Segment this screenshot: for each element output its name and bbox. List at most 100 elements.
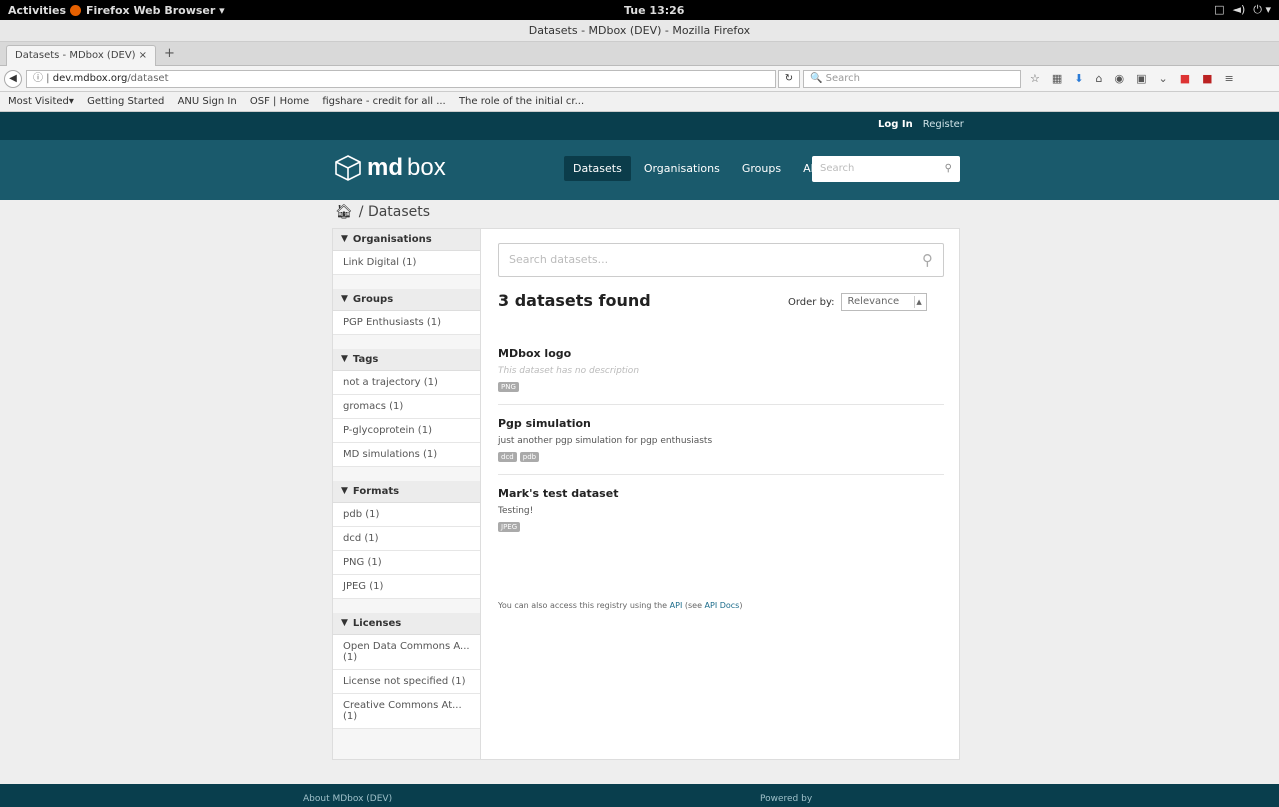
bookmark-most-visited[interactable]: Most Visited▾ [8, 96, 74, 107]
breadcrumb: 🏠︎ / Datasets [335, 204, 430, 220]
addon-red-icon[interactable]: ■ [1180, 72, 1190, 85]
account-masthead: Log In Register [0, 112, 1279, 140]
order-by-value: Relevance [847, 296, 900, 307]
facet-item[interactable]: License not specified (1) [333, 670, 480, 694]
browser-search-placeholder: Search [825, 73, 860, 84]
footer-powered-by: Powered by [760, 794, 813, 804]
api-link[interactable]: API [670, 601, 683, 610]
filter-icon: ▼ [341, 234, 348, 244]
search-icon[interactable]: ⚲ [922, 244, 933, 276]
facet-item[interactable]: Creative Commons At... (1) [333, 694, 480, 729]
filter-icon: ▼ [341, 618, 348, 628]
logo-box: box [407, 154, 446, 181]
api-docs-link[interactable]: API Docs [705, 601, 740, 610]
dataset-item: Pgp simulation just another pgp simulati… [498, 417, 944, 475]
nav-datasets[interactable]: Datasets [564, 156, 631, 181]
facet-item[interactable]: not a trajectory (1) [333, 371, 480, 395]
footer-about-link[interactable]: About MDbox (DEV) [303, 794, 392, 804]
power-icon: ⏻ ▾ [1253, 3, 1271, 16]
bookmark-getting-started[interactable]: Getting Started [87, 96, 164, 107]
facet-title: Tags [352, 354, 379, 365]
results-panel: Search datasets... ⚲ 3 datasets found Or… [498, 229, 958, 759]
info-icon: ⓘ | [33, 73, 53, 84]
downloads-icon[interactable]: ⬇ [1074, 72, 1083, 85]
bookmarks-bar: Most Visited▾ Getting Started ANU Sign I… [0, 92, 1279, 112]
order-by-select[interactable]: Relevance ▲ [840, 293, 927, 311]
facet-item[interactable]: JPEG (1) [333, 575, 480, 599]
facet-item[interactable]: MD simulations (1) [333, 443, 480, 467]
volume-icon: ◄) [1232, 3, 1246, 16]
site-masthead: mdbox Datasets Organisations Groups Abou… [0, 140, 1279, 200]
dataset-title[interactable]: Pgp simulation [498, 417, 944, 430]
app-menu[interactable]: Firefox Web Browser ▾ [70, 4, 225, 17]
format-badge[interactable]: dcd [498, 452, 517, 462]
facet-item[interactable]: PGP Enthusiasts (1) [333, 311, 480, 335]
reload-icon: ↻ [784, 73, 794, 84]
pocket-icon[interactable]: ◉ [1114, 72, 1124, 85]
system-tray[interactable]: □ ◄) ⏻ ▾ [1214, 3, 1271, 17]
facet-item[interactable]: pdb (1) [333, 503, 480, 527]
activities-button[interactable]: Activities [8, 4, 66, 17]
bookmark-star-icon[interactable]: ☆ [1030, 72, 1040, 85]
menu-hamburger-icon[interactable]: ≡ [1225, 72, 1234, 85]
dataset-title[interactable]: Mark's test dataset [498, 487, 944, 500]
facet-title: Licenses [352, 618, 402, 629]
format-badge[interactable]: PNG [498, 382, 519, 392]
dataset-description: This dataset has no description [498, 366, 640, 376]
content-wrapper: ▼ Organisations Link Digital (1) ▼ Groups … [332, 228, 960, 760]
filter-icon: ▼ [341, 354, 348, 364]
filter-icon: ▼ [341, 486, 348, 496]
home-icon[interactable]: ⌂ [1096, 72, 1103, 85]
logo-md: md [367, 154, 403, 181]
clock[interactable]: Tue 13:26 [624, 4, 684, 17]
facet-item[interactable]: P-glycoprotein (1) [333, 419, 480, 443]
tab-datasets[interactable]: Datasets - MDbox (DEV) × [6, 45, 156, 66]
facet-item[interactable]: PNG (1) [333, 551, 480, 575]
back-button[interactable]: ◀ [4, 70, 22, 88]
bookmark-figshare[interactable]: figshare - credit for all ... [322, 96, 445, 107]
dataset-item: MDbox logo This dataset has no descripti… [498, 347, 944, 405]
nav-organisations[interactable]: Organisations [635, 156, 729, 181]
page-content: Log In Register md box Datasets Organisat… [0, 112, 1279, 807]
reading-list-icon[interactable]: ▦ [1052, 72, 1062, 85]
register-link[interactable]: Register [923, 119, 964, 130]
facet-item[interactable]: dcd (1) [333, 527, 480, 551]
search-icon: 🔍 [810, 73, 826, 84]
facet-item[interactable]: Link Digital (1) [333, 251, 480, 275]
api-note: You can also access this registry using … [498, 601, 742, 610]
url-bar[interactable]: ⓘ | dev.mdbox.org/dataset [26, 70, 776, 88]
facet-groups: ▼ Groups PGP Enthusiasts (1) [333, 289, 480, 335]
screen-icon: □ [1214, 3, 1225, 16]
reload-button[interactable]: ↻ [778, 70, 800, 88]
facet-item[interactable]: Open Data Commons A... (1) [333, 635, 480, 670]
dataset-list: MDbox logo This dataset has no descripti… [498, 347, 944, 556]
dataset-search-input[interactable]: Search datasets... ⚲ [498, 243, 944, 277]
bookmark-anu-sign-in[interactable]: ANU Sign In [178, 96, 237, 107]
order-by-control: Order by: Relevance ▲ [788, 293, 927, 311]
login-link[interactable]: Log In [878, 119, 913, 130]
format-badge[interactable]: JPEG [498, 522, 521, 532]
api-note-mid: (see [682, 601, 705, 610]
breadcrumb-current[interactable]: / Datasets [359, 204, 430, 220]
bookmark-role-initial[interactable]: The role of the initial cr... [459, 96, 584, 107]
home-icon[interactable]: 🏠︎ [335, 204, 353, 220]
extension-icon[interactable]: ▣ [1136, 72, 1146, 85]
facet-item[interactable]: gromacs (1) [333, 395, 480, 419]
browser-search-input[interactable]: 🔍 Search [803, 70, 1021, 88]
site-search-placeholder: Search [820, 163, 855, 174]
toolbar-icons: ☆ ▦ ⬇ ⌂ ◉ ▣ ⌄ ■ ■ ≡ [1030, 72, 1234, 85]
site-logo[interactable]: md box [333, 154, 446, 182]
addon-red-icon-2[interactable]: ■ [1202, 72, 1212, 85]
dataset-title[interactable]: MDbox logo [498, 347, 944, 360]
nav-groups[interactable]: Groups [733, 156, 790, 181]
bookmark-osf-home[interactable]: OSF | Home [250, 96, 309, 107]
overflow-chevron-icon[interactable]: ⌄ [1159, 72, 1168, 85]
facet-sidebar: ▼ Organisations Link Digital (1) ▼ Groups … [333, 229, 481, 759]
new-tab-button[interactable]: + [164, 46, 175, 61]
search-icon[interactable]: ⚲ [945, 156, 952, 182]
url-path: /dataset [127, 73, 169, 84]
url-host: dev.mdbox.org [52, 73, 128, 84]
close-tab-icon[interactable]: × [139, 46, 147, 65]
site-search-input[interactable]: Search ⚲ [812, 156, 960, 182]
format-badge[interactable]: pdb [519, 452, 540, 462]
